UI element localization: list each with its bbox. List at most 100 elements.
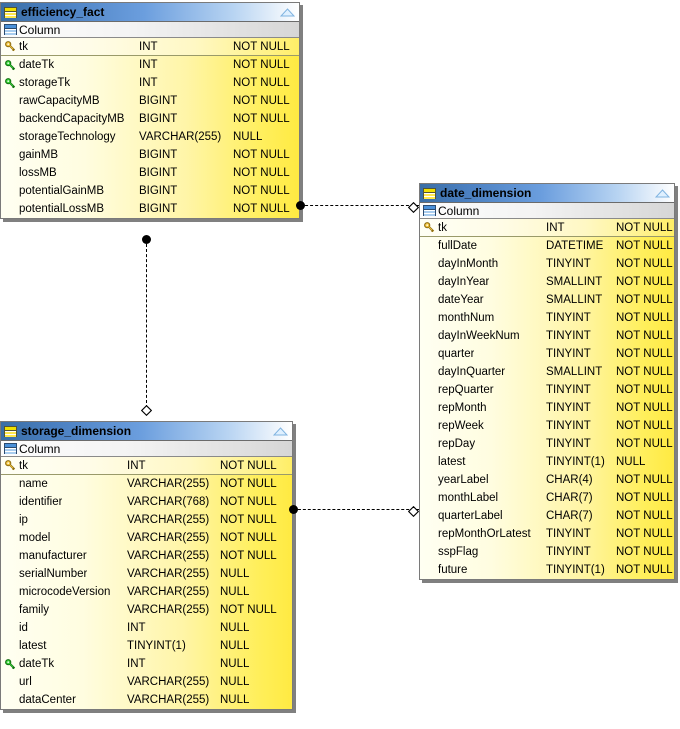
key-slot-empty [1, 565, 19, 583]
table-row[interactable]: future TINYINT(1) NOT NULL [420, 561, 674, 579]
field-nullable: NOT NULL [616, 546, 673, 558]
table-row[interactable]: model VARCHAR(255) NOT NULL [1, 529, 292, 547]
table-row[interactable]: microcodeVersion VARCHAR(255) NULL [1, 583, 292, 601]
table-row[interactable]: monthNum TINYINT NOT NULL [420, 309, 674, 327]
table-box-efficiency_fact[interactable]: efficiency_fact Column tk INT NOT NULL dateTk… [0, 2, 300, 219]
table-row[interactable]: dayInYear SMALLINT NOT NULL [420, 273, 674, 291]
field-list-efficiency_fact: tk INT NOT NULL dateTk INT NOT NULL storageTk I… [1, 38, 299, 218]
column-header-label: Column [19, 441, 61, 456]
table-row[interactable]: potentialLossMB BIGINT NOT NULL [1, 200, 299, 218]
triangle-up-icon[interactable] [272, 426, 288, 436]
field-type: VARCHAR(255) [127, 604, 210, 616]
table-row[interactable]: dateYear SMALLINT NOT NULL [420, 291, 674, 309]
field-name: dataCenter [19, 694, 76, 706]
table-row[interactable]: quarter TINYINT NOT NULL [420, 345, 674, 363]
field-name: repQuarter [438, 384, 494, 396]
key-slot-empty [1, 691, 19, 709]
key-slot-empty [1, 146, 19, 164]
field-nullable: NOT NULL [220, 550, 277, 562]
table-row[interactable]: tk INT NOT NULL [1, 457, 292, 475]
triangle-up-icon[interactable] [654, 188, 670, 198]
key-slot-empty [1, 673, 19, 691]
table-row[interactable]: storageTk INT NOT NULL [1, 74, 299, 92]
table-row[interactable]: rawCapacityMB BIGINT NOT NULL [1, 92, 299, 110]
column-icon [4, 24, 17, 35]
field-nullable: NULL [220, 676, 250, 688]
field-name: identifier [19, 496, 63, 508]
table-row[interactable]: identifier VARCHAR(768) NOT NULL [1, 493, 292, 511]
field-nullable: NOT NULL [616, 348, 673, 360]
field-nullable: NOT NULL [233, 77, 290, 89]
key-slot-empty [420, 291, 438, 309]
table-row[interactable]: sspFlag TINYINT NOT NULL [420, 543, 674, 561]
table-row[interactable]: latest TINYINT(1) NULL [1, 637, 292, 655]
table-box-storage_dimension[interactable]: storage_dimension Column tk INT NOT NULL name… [0, 421, 293, 710]
table-row[interactable]: monthLabel CHAR(7) NOT NULL [420, 489, 674, 507]
table-row[interactable]: dataCenter VARCHAR(255) NULL [1, 691, 292, 709]
table-row[interactable]: dayInQuarter SMALLINT NOT NULL [420, 363, 674, 381]
field-name: model [19, 532, 51, 544]
table-title-bar-date_dimension[interactable]: date_dimension [420, 184, 674, 203]
table-row[interactable]: potentialGainMB BIGINT NOT NULL [1, 182, 299, 200]
table-row[interactable]: latest TINYINT(1) NULL [420, 453, 674, 471]
table-row[interactable]: storageTechnology VARCHAR(255) NULL [1, 128, 299, 146]
table-name-label: date_dimension [440, 186, 532, 200]
table-row[interactable]: gainMB BIGINT NOT NULL [1, 146, 299, 164]
table-title-bar-storage_dimension[interactable]: storage_dimension [1, 422, 292, 441]
table-row[interactable]: repMonthOrLatest TINYINT NOT NULL [420, 525, 674, 543]
table-row[interactable]: lossMB BIGINT NOT NULL [1, 164, 299, 182]
table-row[interactable]: dayInMonth TINYINT NOT NULL [420, 255, 674, 273]
key-slot-empty [1, 110, 19, 128]
table-row[interactable]: serialNumber VARCHAR(255) NULL [1, 565, 292, 583]
field-type: VARCHAR(255) [127, 586, 210, 598]
table-row[interactable]: dayInWeekNum TINYINT NOT NULL [420, 327, 674, 345]
triangle-up-icon[interactable] [279, 7, 295, 17]
key-slot-empty [420, 489, 438, 507]
field-name: dateYear [438, 294, 484, 306]
field-type: TINYINT [546, 420, 591, 432]
field-nullable: NOT NULL [616, 312, 673, 324]
field-type: TINYINT [546, 312, 591, 324]
table-row[interactable]: yearLabel CHAR(4) NOT NULL [420, 471, 674, 489]
table-row[interactable]: id INT NULL [1, 619, 292, 637]
table-row[interactable]: tk INT NOT NULL [420, 219, 674, 237]
table-row[interactable]: dateTk INT NOT NULL [1, 56, 299, 74]
field-nullable: NULL [220, 694, 250, 706]
key-slot-empty [420, 237, 438, 255]
field-name: repMonth [438, 402, 487, 414]
table-row[interactable]: fullDate DATETIME NOT NULL [420, 237, 674, 255]
table-row[interactable]: repQuarter TINYINT NOT NULL [420, 381, 674, 399]
table-row[interactable]: quarterLabel CHAR(7) NOT NULL [420, 507, 674, 525]
field-name: dateTk [19, 59, 55, 71]
field-type: SMALLINT [546, 276, 603, 288]
key-slot-empty [1, 182, 19, 200]
table-row[interactable]: repMonth TINYINT NOT NULL [420, 399, 674, 417]
key-slot-empty [1, 637, 19, 655]
table-row[interactable]: name VARCHAR(255) NOT NULL [1, 475, 292, 493]
table-box-date_dimension[interactable]: date_dimension Column tk INT NOT NULL fullDat… [419, 183, 675, 580]
field-name: latest [438, 456, 466, 468]
field-nullable: NULL [233, 131, 263, 143]
field-name: dayInMonth [438, 258, 499, 270]
table-row[interactable]: ip VARCHAR(255) NOT NULL [1, 511, 292, 529]
field-type: INT [127, 459, 146, 472]
table-row[interactable]: dateTk INT NULL [1, 655, 292, 673]
table-title-bar-efficiency_fact[interactable]: efficiency_fact [1, 3, 299, 22]
table-row[interactable]: manufacturer VARCHAR(255) NOT NULL [1, 547, 292, 565]
field-name: rawCapacityMB [19, 95, 100, 107]
table-row[interactable]: family VARCHAR(255) NOT NULL [1, 601, 292, 619]
field-nullable: NOT NULL [233, 203, 290, 215]
field-name: microcodeVersion [19, 586, 111, 598]
field-type: INT [127, 622, 146, 634]
table-row[interactable]: tk INT NOT NULL [1, 38, 299, 56]
field-type: CHAR(7) [546, 492, 593, 504]
field-nullable: NOT NULL [616, 384, 673, 396]
table-row[interactable]: url VARCHAR(255) NULL [1, 673, 292, 691]
table-row[interactable]: repWeek TINYINT NOT NULL [420, 417, 674, 435]
table-row[interactable]: backendCapacityMB BIGINT NOT NULL [1, 110, 299, 128]
field-type: TINYINT(1) [546, 564, 605, 576]
field-name: storageTk [19, 77, 71, 89]
field-type: BIGINT [139, 167, 178, 179]
table-row[interactable]: repDay TINYINT NOT NULL [420, 435, 674, 453]
key-slot-empty [1, 200, 19, 218]
